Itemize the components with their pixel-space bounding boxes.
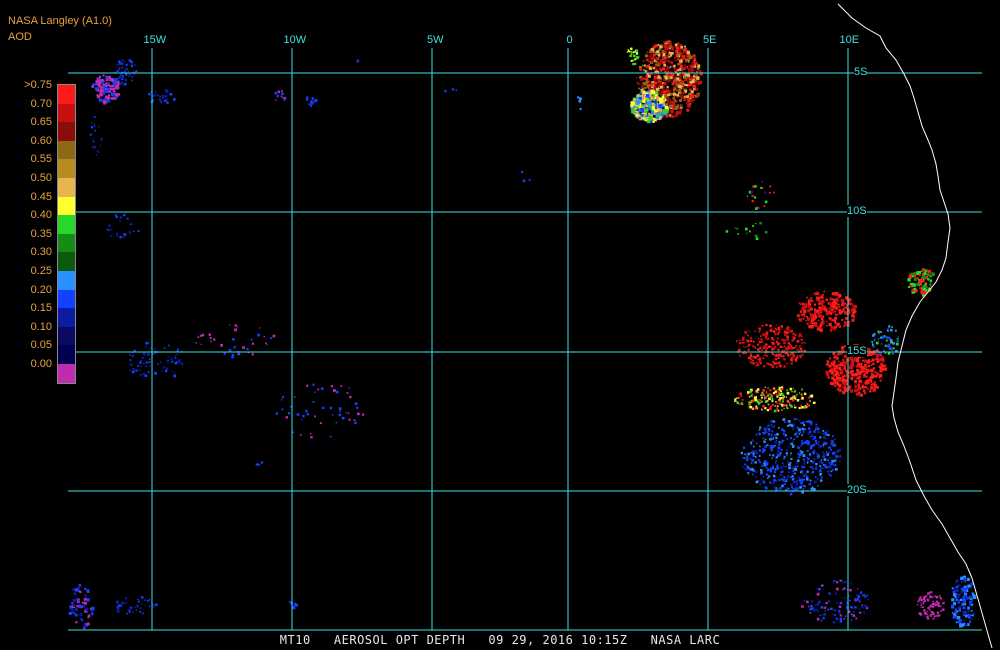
obs-time: 10:15Z (581, 633, 628, 647)
legend-label: 0.10 (30, 320, 52, 333)
longitude-label: 10W (283, 34, 307, 46)
legend-label: 0.25 (30, 265, 52, 277)
map-viewer: NASA Langley (A1.0) AOD >0.75 0.70 0.65 0.6… (0, 0, 1000, 650)
aerosol-cluster (91, 74, 120, 105)
aerosol-map (68, 3, 993, 649)
aerosol-cluster (289, 600, 299, 610)
legend-label: 0.60 (30, 134, 52, 147)
aerosol-cluster (735, 323, 806, 369)
aerosol-cluster (801, 579, 870, 624)
aerosol-cluster (106, 213, 140, 239)
legend-swatch-15 (58, 363, 75, 383)
legend-swatch-5 (58, 177, 75, 197)
legend-swatch-1 (58, 103, 75, 123)
aerosol-cluster (275, 383, 365, 439)
aerosol-cluster (626, 47, 640, 66)
agency-label: NASA LARC (650, 633, 721, 647)
aerosol-data-layer (68, 40, 977, 629)
legend-label: 0.70 (30, 97, 52, 110)
legend-label: 0.30 (30, 246, 52, 259)
legend-label: 0.20 (30, 283, 52, 296)
longitude-label: 15W (143, 34, 167, 46)
longitude-label: 10E (839, 34, 860, 46)
aerosol-cluster (916, 591, 945, 620)
aerosol-cluster (740, 418, 842, 496)
legend-label: 0.00 (30, 358, 52, 370)
lat-lon-grid (68, 48, 982, 631)
aerosol-cluster (746, 181, 775, 210)
legend-swatch-7 (58, 215, 75, 234)
aerosol-cluster (951, 575, 977, 628)
africa-coastline (837, 3, 993, 649)
legend-swatch-3 (58, 140, 75, 160)
aerosol-cluster (68, 584, 95, 629)
aerosol-cluster (116, 596, 158, 615)
aerosol-cluster (129, 341, 184, 378)
legend-label: 0.65 (30, 116, 52, 129)
legend-swatch-0 (58, 85, 75, 104)
aerosol-cluster (907, 268, 935, 297)
legend-swatch-14 (58, 345, 75, 364)
latitude-label: 20S (847, 484, 867, 496)
aerosol-cluster (444, 88, 458, 93)
legend-swatch-10 (58, 270, 75, 290)
legend-swatch-6 (58, 196, 75, 216)
longitude-label: 5W (427, 34, 444, 46)
aerosol-cluster (195, 324, 276, 359)
legend-swatch-11 (58, 289, 75, 309)
legend-label: 0.50 (30, 172, 52, 184)
legend-swatch-9 (58, 252, 75, 271)
legend-swatch-2 (58, 122, 75, 141)
legend-label: 0.15 (30, 302, 52, 315)
footer-caption: MT10 AEROSOL OPT DEPTH 09 29, 2016 10:15… (0, 633, 1000, 647)
legend-label: 0.45 (30, 190, 52, 203)
longitude-label: 0 (566, 34, 573, 46)
legend-label: 0.55 (30, 153, 52, 166)
legend-swatch-12 (58, 308, 75, 327)
data-source-label: NASA Langley (A1.0) (8, 15, 112, 27)
aerosol-cluster (274, 90, 287, 101)
longitude-label: 5E (703, 34, 717, 46)
legend-label: 0.05 (30, 339, 52, 352)
color-legend (57, 84, 76, 384)
aerosol-cluster (356, 59, 360, 63)
latitude-label: 5S (854, 66, 868, 78)
aerosol-cluster (725, 222, 768, 240)
legend-label: 0.35 (30, 227, 52, 240)
aerosol-cluster (577, 96, 582, 110)
variable-label: AOD (8, 31, 32, 43)
aerosol-cluster (305, 96, 318, 107)
latitude-label: 10S (847, 205, 867, 217)
legend-label: >0.75 (24, 79, 52, 91)
legend-swatch-4 (58, 159, 75, 178)
legend-swatch-13 (58, 326, 75, 346)
aerosol-cluster (521, 170, 531, 183)
legend-swatch-8 (58, 233, 75, 253)
aerosol-cluster (255, 461, 263, 466)
obs-date: 09 29, 2016 (488, 633, 574, 647)
legend-label: 0.40 (30, 209, 52, 222)
latitude-label: 15S (847, 345, 867, 357)
product-title: AEROSOL OPT DEPTH (333, 633, 466, 647)
aerosol-cluster (734, 386, 816, 413)
product-code: MT10 (279, 633, 311, 647)
aerosol-cluster (89, 116, 103, 156)
